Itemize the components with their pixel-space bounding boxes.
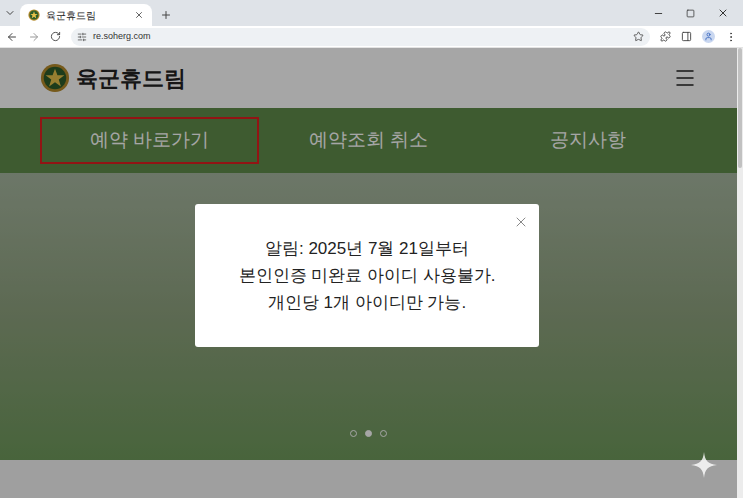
address-text: re.soherg.com [93,30,627,44]
site-info-icon[interactable] [77,32,87,42]
sparkle-icon [691,452,717,478]
bookmark-star-icon[interactable] [633,31,644,42]
notice-modal: 알림: 2025년 7월 21일부터본인인증 미완료 아이디 사용불가.개인당 … [195,204,539,347]
page: 육군휴드림예약 바로가기예약조회 취소공지사항알림: 2025년 7월 21일부… [0,48,737,498]
modal-line: 개인당 1개 아이디만 가능. [268,289,466,316]
back-icon[interactable] [6,31,18,43]
tab-title: 육군휴드림 [46,8,128,23]
tab-close-icon[interactable] [134,10,144,20]
modal-line: 알림: 2025년 7월 21일부터 [265,235,469,262]
address-bar[interactable]: re.soherg.com [71,28,650,46]
forward-icon[interactable] [28,31,40,43]
tab-strip: 육군휴드림 [0,0,743,26]
minimize-icon[interactable] [653,8,664,19]
window-close-icon[interactable] [717,7,729,19]
favicon-icon [28,9,40,21]
browser-tab[interactable]: 육군휴드림 [20,4,152,26]
toolbar: re.soherg.com [0,26,743,48]
menu-icon[interactable] [725,31,737,43]
scrollbar[interactable] [737,48,743,498]
profile-icon[interactable] [702,30,715,43]
modal-line: 본인인증 미완료 아이디 사용불가. [239,262,496,289]
side-panel-icon[interactable] [681,31,692,42]
browser-window: 육군휴드림 re.soherg.com 육군휴드림예약 바로가기예약조회 취소공지사… [0,0,743,498]
extensions-icon[interactable] [660,31,671,42]
close-icon[interactable] [513,214,529,230]
reload-icon[interactable] [50,31,61,42]
new-tab-icon[interactable] [160,9,172,21]
scrollbar-thumb[interactable] [738,48,742,168]
page-viewport: 육군휴드림예약 바로가기예약조회 취소공지사항알림: 2025년 7월 21일부… [0,48,743,498]
tab-list-icon[interactable] [4,7,16,19]
maximize-icon[interactable] [686,9,695,18]
